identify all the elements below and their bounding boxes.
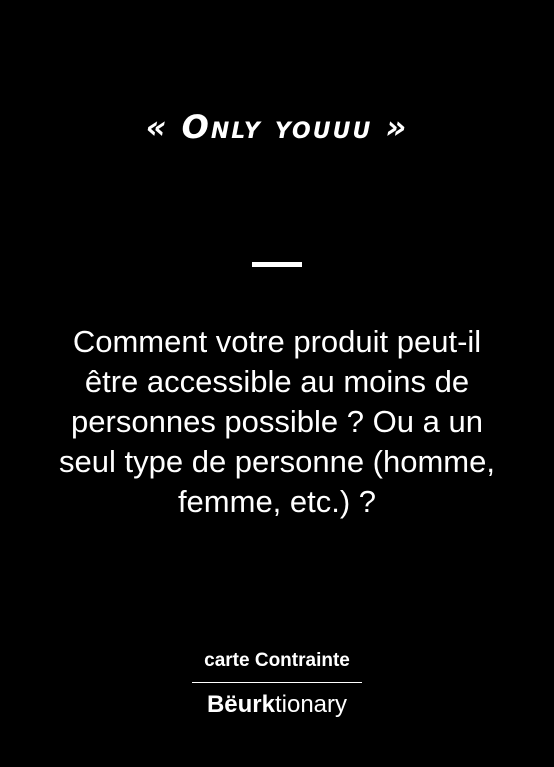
brand-logo-bold: Bëurk <box>206 691 275 718</box>
brand-logo-light: tionary <box>274 691 348 718</box>
title-separator <box>252 262 302 267</box>
brand-logo: Bëurktionary <box>0 691 554 719</box>
constraint-card: « Only youuu » Comment votre produit peu… <box>0 0 554 767</box>
footer-divider <box>192 682 362 683</box>
card-title: « Only youuu » <box>145 108 409 146</box>
card-question: Comment votre produit peut-il être acces… <box>59 324 495 519</box>
card-type-label: carte Contrainte <box>204 650 350 671</box>
